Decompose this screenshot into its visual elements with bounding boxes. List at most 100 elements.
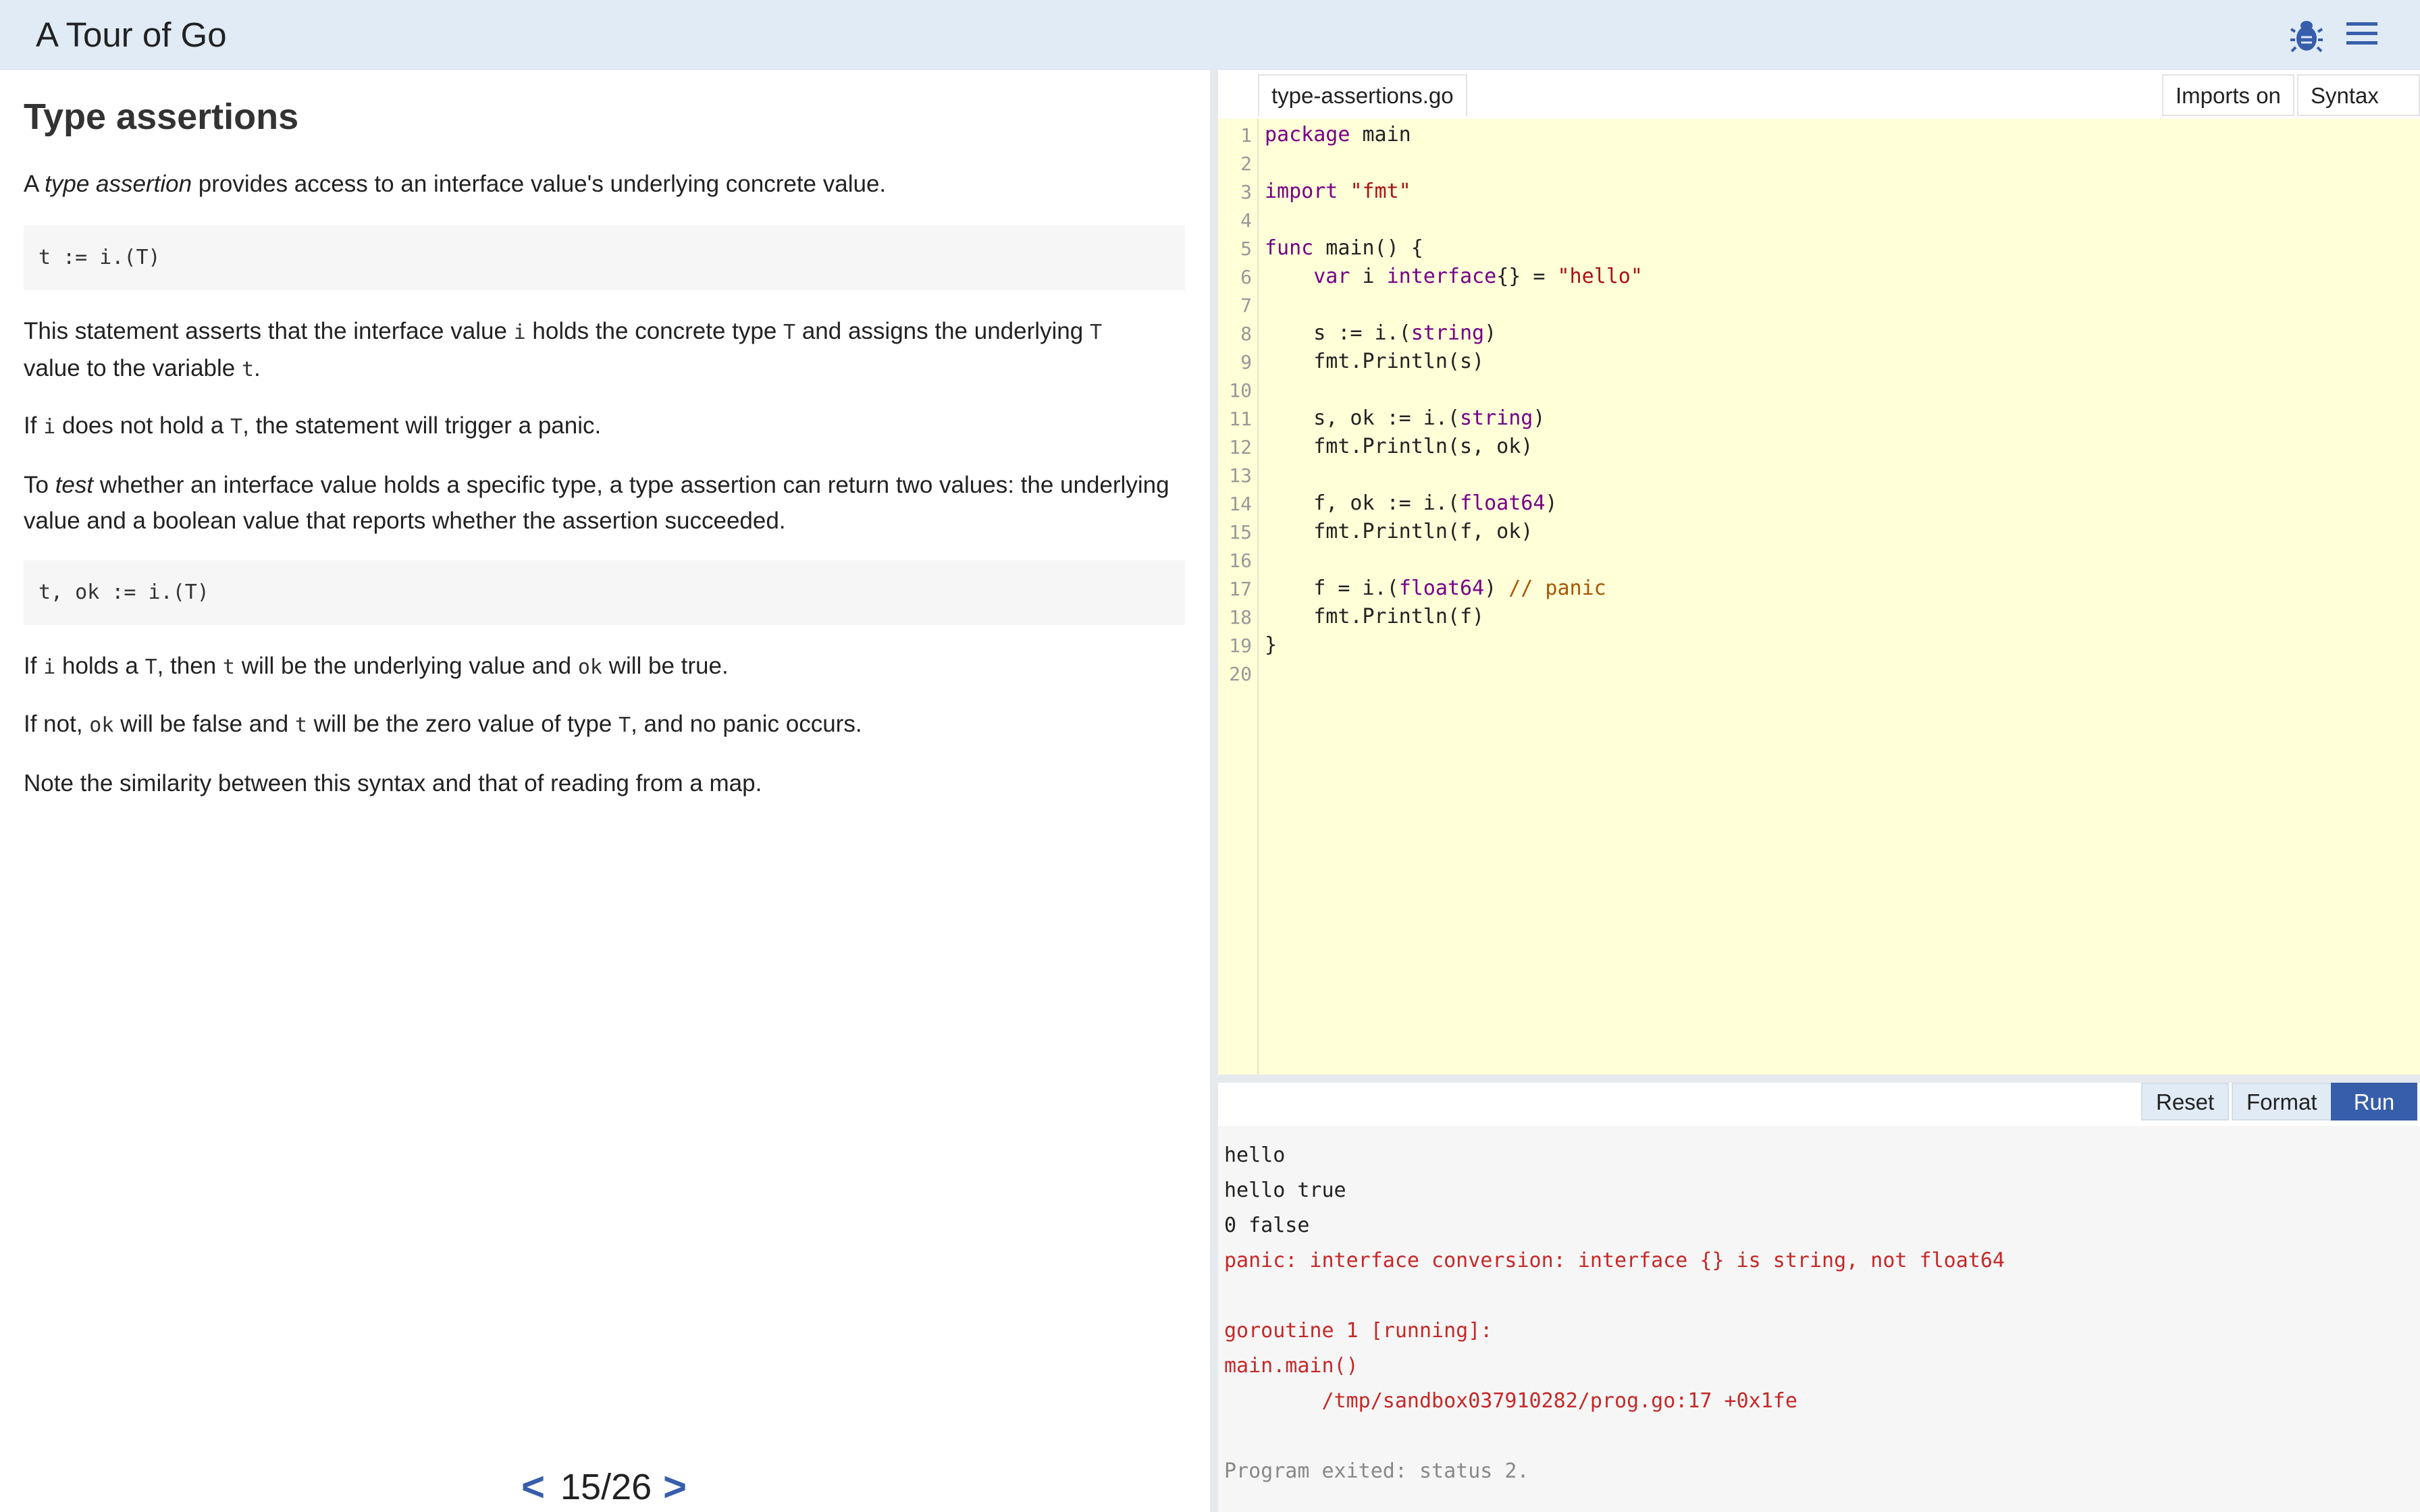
line-number: 13 xyxy=(1229,464,1252,487)
string-literal: "fmt" xyxy=(1350,180,1411,203)
text: , and no panic occurs. xyxy=(631,711,862,737)
emphasis-text: type assertion xyxy=(45,171,192,197)
output-error-line: panic: interface conversion: interface {… xyxy=(1224,1249,2005,1272)
text: value to the variable xyxy=(24,355,242,381)
imports-toggle-button[interactable]: Imports on xyxy=(2162,74,2294,116)
code-line: package main xyxy=(1265,123,1411,146)
line-number: 2 xyxy=(1240,153,1252,175)
keyword: func xyxy=(1265,236,1314,260)
code-text: .Println(s, ok) xyxy=(1350,435,1533,458)
code-text: main() { xyxy=(1313,236,1423,260)
code-editor[interactable]: 1 2 3 4 5 6 7 8 9 10 11 12 13 14 15 16 1… xyxy=(1218,119,2420,1075)
top-bar: A Tour of Go xyxy=(0,0,2420,70)
string-literal: "hello" xyxy=(1557,265,1643,288)
text: will be the zero value of type xyxy=(307,711,619,737)
code-text: f, ok := i.( xyxy=(1265,491,1460,515)
lesson-title: Type assertions xyxy=(24,97,299,137)
text: will be false and xyxy=(113,711,295,737)
line-number: 3 xyxy=(1240,181,1252,203)
lesson-paragraph-5: If i holds a T, then t will be the under… xyxy=(24,648,1185,685)
line-number: 8 xyxy=(1240,323,1252,345)
code-line: s, ok := i.(string) xyxy=(1265,406,1545,430)
type-name: string xyxy=(1459,406,1533,430)
line-number: 11 xyxy=(1229,408,1252,430)
inline-code: i xyxy=(513,321,526,344)
code-line: fmt.Println(s, ok) xyxy=(1265,435,1533,458)
inline-code: ok xyxy=(577,655,602,679)
output-line: 0 false xyxy=(1224,1214,1310,1237)
code-text: ) xyxy=(1484,321,1497,345)
text: If xyxy=(24,653,44,679)
bug-icon[interactable] xyxy=(2290,17,2323,53)
lesson-paragraph-3: If i does not hold a T, the statement wi… xyxy=(24,408,1185,445)
code-text: s := i.( xyxy=(1265,321,1411,345)
text: holds a xyxy=(55,653,145,679)
run-toolbar: Reset Format Run xyxy=(1218,1083,2420,1126)
run-button[interactable]: Run xyxy=(2331,1083,2417,1120)
code-comment: // panic xyxy=(1508,576,1606,600)
code-line: import "fmt" xyxy=(1265,180,1411,203)
lesson-paragraph-2: This statement asserts that the interfac… xyxy=(24,313,1185,387)
keyword: package xyxy=(1265,123,1350,146)
line-number: 16 xyxy=(1229,549,1252,572)
code-text: .Println(f) xyxy=(1350,605,1485,628)
program-exit-status: Program exited: status 2. xyxy=(1224,1459,1529,1483)
keyword: var xyxy=(1313,265,1350,288)
code-text: ) xyxy=(1545,491,1558,515)
code-text: s, ok := i.( xyxy=(1265,406,1460,430)
inline-code: t xyxy=(294,713,307,737)
code-text: i xyxy=(1350,265,1387,288)
code-text: ) xyxy=(1484,576,1509,600)
reset-button[interactable]: Reset xyxy=(2141,1083,2230,1120)
inline-code: T xyxy=(230,415,243,439)
code-text: .Println(f, ok) xyxy=(1350,520,1533,543)
inline-code: i xyxy=(43,415,56,439)
text: This statement asserts that the interfac… xyxy=(24,318,514,344)
line-number: 14 xyxy=(1229,493,1252,515)
text: provides access to an interface value's … xyxy=(192,171,887,197)
line-number: 17 xyxy=(1229,578,1252,600)
text: whether an interface value holds a speci… xyxy=(24,472,1169,534)
line-number: 5 xyxy=(1240,238,1252,260)
hamburger-menu-icon[interactable] xyxy=(2346,21,2377,47)
previous-page-button[interactable]: < xyxy=(521,1463,545,1510)
file-tab[interactable]: type-assertions.go xyxy=(1258,74,1467,116)
code-example-2: t, ok := i.(T) xyxy=(24,560,1185,625)
inline-code: ok xyxy=(89,713,114,737)
syntax-toggle-button[interactable]: Syntax on xyxy=(2297,74,2420,148)
line-number: 18 xyxy=(1229,606,1252,628)
code-line: } xyxy=(1265,633,1277,657)
app-title[interactable]: A Tour of Go xyxy=(36,15,227,55)
code-text: fmt xyxy=(1265,605,1350,628)
text: If not, xyxy=(24,711,90,737)
editor-resize-handle[interactable] xyxy=(1218,1075,2420,1083)
page-indicator[interactable]: 15/26 xyxy=(560,1466,652,1508)
inline-code: t xyxy=(241,358,255,381)
lesson-paragraph-6: If not, ok will be false and t will be t… xyxy=(24,706,1185,743)
line-number: 7 xyxy=(1240,294,1252,317)
code-text: main xyxy=(1350,123,1411,146)
lesson-pager: < 15/26 > xyxy=(513,1463,716,1512)
emphasis-text: test xyxy=(55,472,94,498)
lesson-pane: Type assertions A type assertion provide… xyxy=(0,70,1210,1512)
inline-code: t xyxy=(222,655,235,679)
format-button[interactable]: Format xyxy=(2232,1083,2332,1120)
code-example-1: t := i.(T) xyxy=(24,225,1185,290)
output-error-line: main.main() xyxy=(1224,1354,1359,1378)
pane-divider[interactable] xyxy=(1210,70,1218,1512)
line-number: 6 xyxy=(1240,266,1252,288)
next-page-button[interactable]: > xyxy=(663,1463,687,1510)
editor-header: type-assertions.go Imports on Syntax on xyxy=(1218,70,2420,148)
line-number: 10 xyxy=(1229,379,1252,402)
lesson-paragraph-1: A type assertion provides access to an i… xyxy=(24,166,1185,202)
code-line: fmt.Println(f, ok) xyxy=(1265,520,1533,543)
code-line: s := i.(string) xyxy=(1265,321,1496,345)
type-name: interface xyxy=(1386,265,1497,288)
text: A xyxy=(24,171,45,197)
type-name: float64 xyxy=(1459,491,1546,515)
inline-code: T xyxy=(1089,321,1103,344)
output-line: hello xyxy=(1224,1143,1286,1167)
text: . xyxy=(254,355,261,381)
